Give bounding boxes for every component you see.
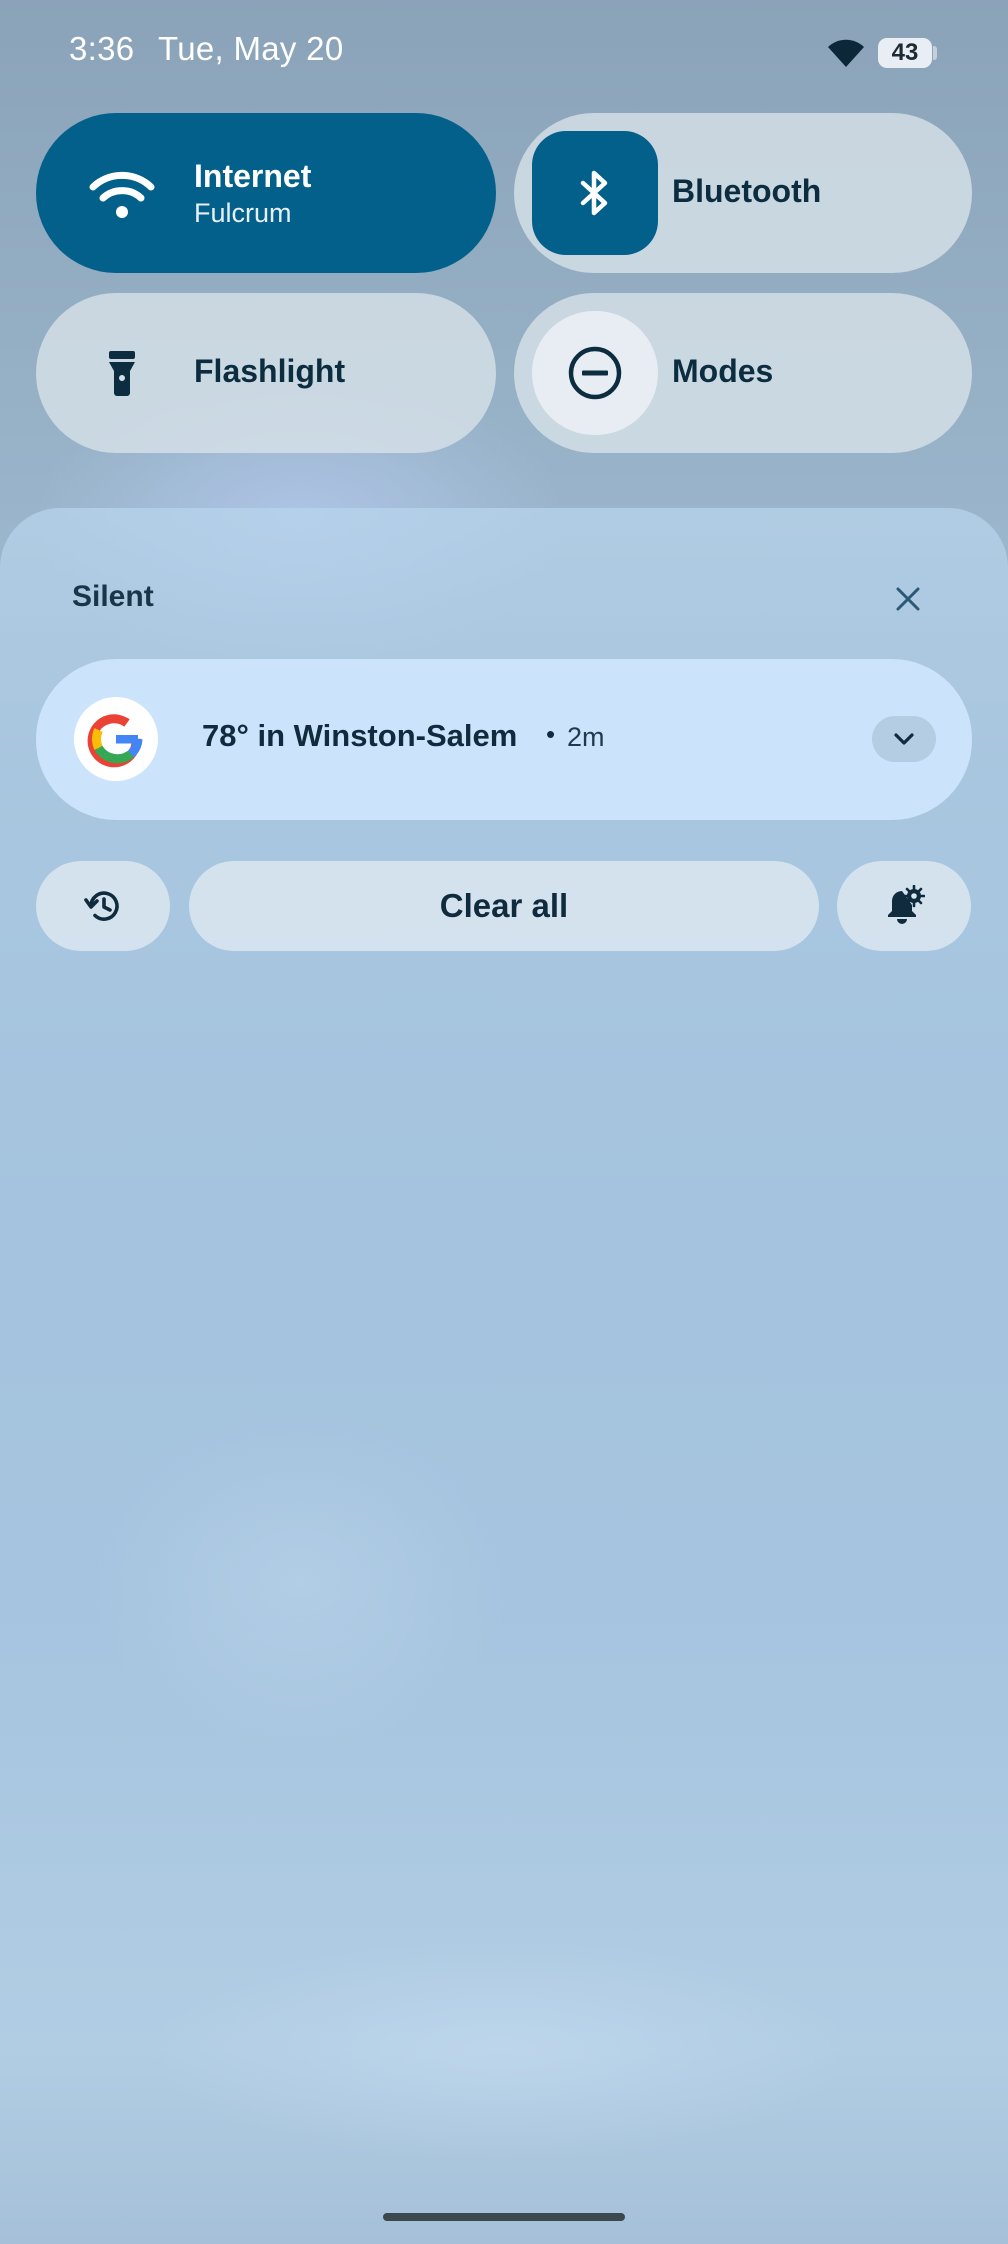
bluetooth-icon: [580, 170, 608, 216]
tile-flashlight[interactable]: Flashlight: [36, 293, 496, 453]
notification-time: 2m: [567, 722, 605, 752]
dismiss-section-button[interactable]: [882, 573, 934, 625]
app-avatar: [74, 697, 158, 781]
do-not-disturb-icon: [568, 346, 622, 400]
tile-flashlight-label: Flashlight: [194, 353, 346, 389]
section-title-silent: Silent: [72, 580, 154, 613]
history-icon: [84, 891, 119, 921]
flashlight-icon: [82, 333, 162, 413]
status-bar: 3:36 Tue, May 20 43: [0, 0, 1008, 110]
expand-notification-button[interactable]: [872, 716, 936, 762]
tile-internet-label: Internet: [194, 158, 312, 194]
battery-nub: [933, 46, 937, 60]
notification-settings-button[interactable]: [837, 861, 971, 951]
notification-history-button[interactable]: [36, 861, 170, 951]
wifi-icon: [828, 39, 864, 67]
tile-internet-network: Fulcrum: [194, 198, 292, 228]
modes-toggle[interactable]: [532, 311, 658, 435]
tile-modes-label: Modes: [672, 353, 774, 389]
notification-separator: •: [546, 719, 556, 749]
tile-bluetooth-label: Bluetooth: [672, 173, 822, 209]
gesture-navigation-handle[interactable]: [383, 2213, 625, 2221]
bluetooth-toggle[interactable]: [532, 131, 658, 255]
notification-settings-icon: [888, 885, 925, 924]
clear-all-label: Clear all: [439, 887, 569, 924]
clear-all-button[interactable]: Clear all: [189, 861, 819, 951]
tile-modes[interactable]: Modes: [514, 293, 972, 453]
wifi-icon: [82, 153, 162, 233]
battery-icon: 43: [878, 38, 932, 68]
status-time: 3:36: [69, 30, 135, 67]
chevron-down-icon: [894, 733, 914, 745]
google-g-icon: [87, 714, 143, 768]
close-icon: [896, 587, 920, 611]
notification-title: 78° in Winston-Salem: [202, 718, 518, 753]
battery-level: 43: [891, 39, 919, 66]
status-date: Tue, May 20: [158, 30, 344, 67]
tile-internet[interactable]: Internet Fulcrum: [36, 113, 496, 273]
tile-bluetooth[interactable]: Bluetooth: [514, 113, 972, 273]
notification-card[interactable]: 78° in Winston-Salem • 2m: [36, 659, 972, 820]
